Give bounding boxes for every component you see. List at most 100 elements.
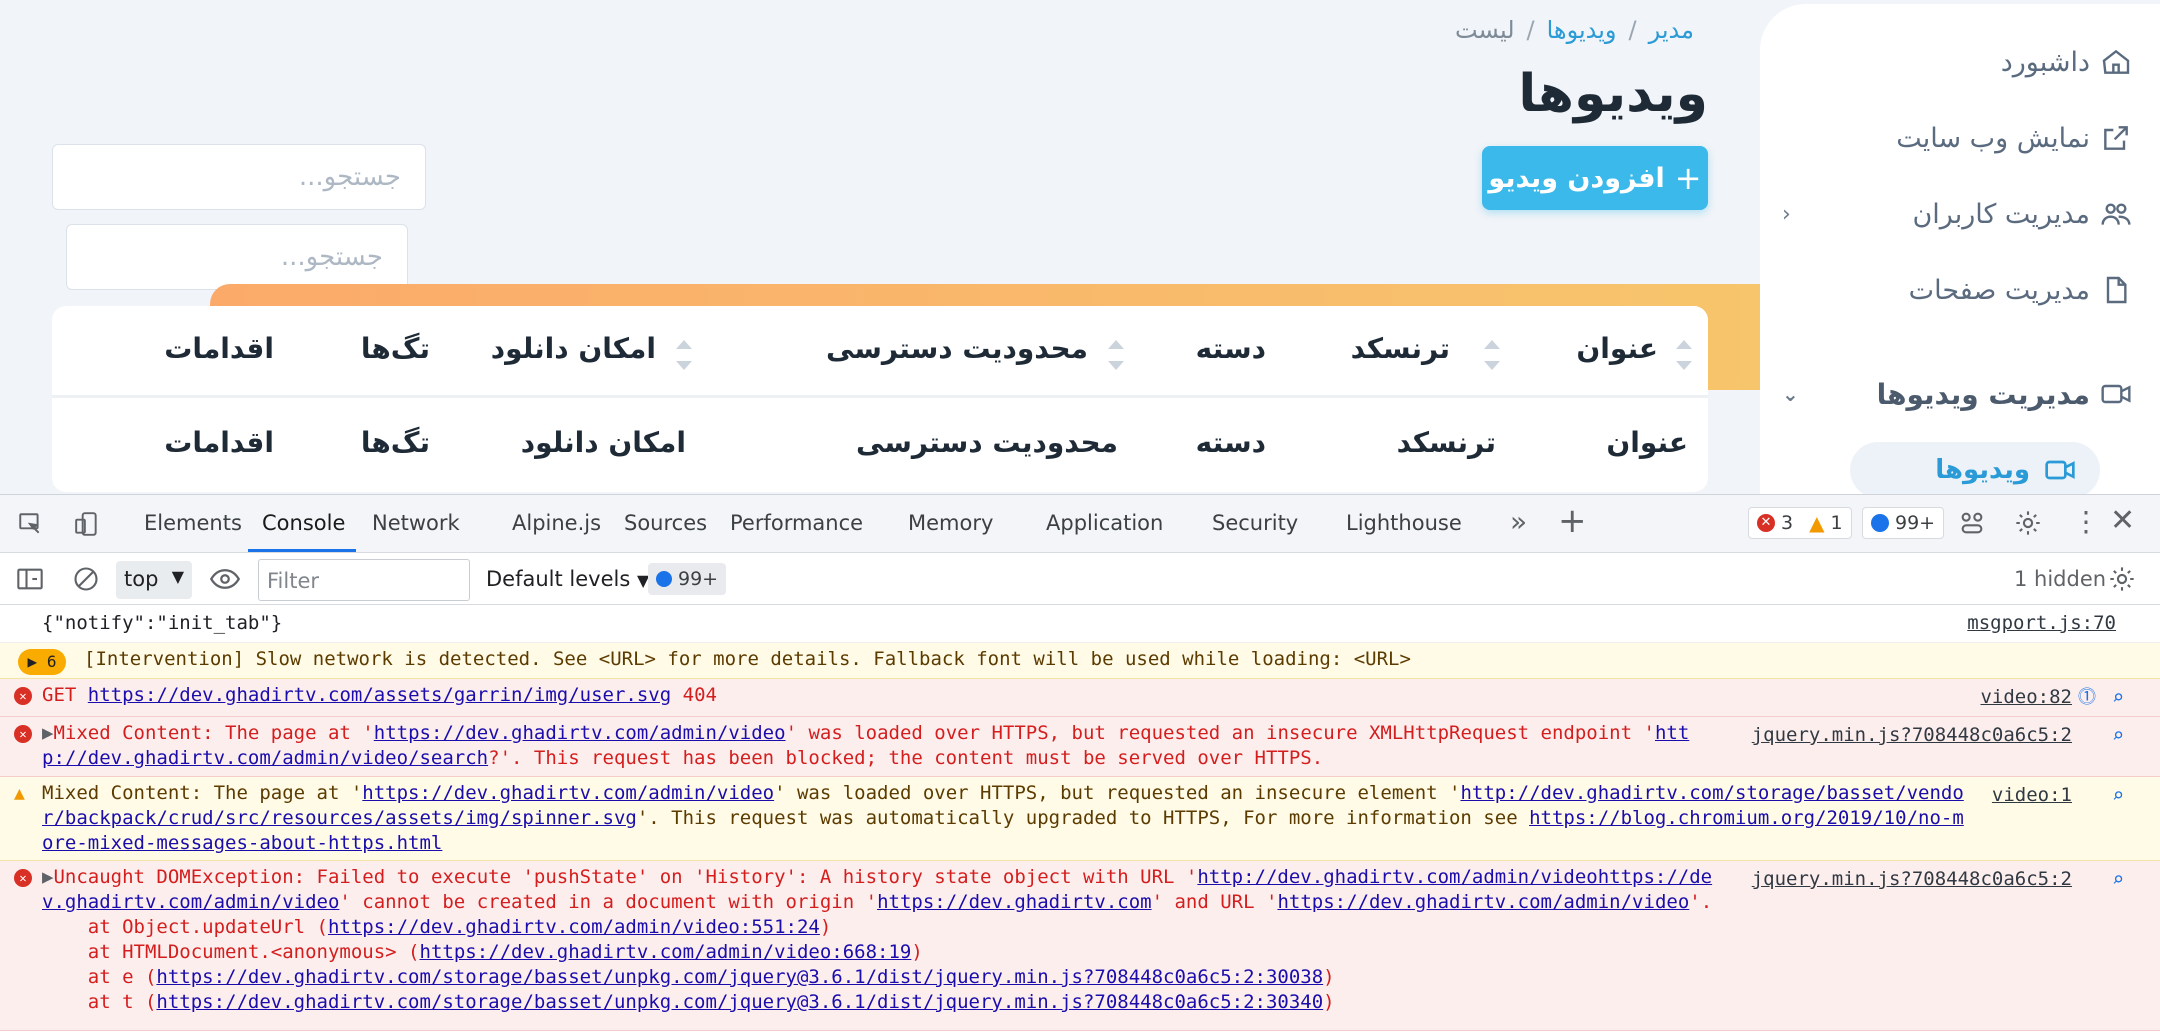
tab-elements[interactable]: Elements — [144, 511, 242, 535]
source-link[interactable]: jquery.min.js?708448c0a6c5:2 — [1752, 867, 2072, 892]
console-url[interactable]: http://dev.ghadirtv.com/storage/basset/v… — [1460, 782, 1963, 804]
sidebar-item-label: مدیریت صفحات — [1908, 274, 2090, 306]
tab-sources[interactable]: Sources — [624, 511, 707, 535]
console-url[interactable]: https://dev.ghadirtv.com/admin/video:668… — [420, 941, 912, 963]
gear-icon[interactable] — [2014, 509, 2042, 537]
console-url[interactable]: https://dev.ghadirtv.com/storage/basset/… — [156, 991, 1323, 1013]
column-header-actions: اقدامات — [164, 426, 274, 459]
console-message: ▲ Mixed Content: The page at 'https://de… — [0, 777, 2160, 861]
sort-icon[interactable] — [1484, 340, 1500, 370]
sidebar-item-videos[interactable]: ویدیوها — [1850, 442, 2100, 494]
console-toolbar: top ▼ Filter Default levels ▼ 99+ 1 hidd… — [0, 553, 2160, 605]
console-url[interactable]: v.ghadirtv.com/admin/video — [42, 891, 339, 913]
search-input[interactable]: جستجو... — [52, 144, 426, 210]
source-link[interactable]: video:1 — [1992, 783, 2072, 808]
filter-input[interactable]: Filter — [258, 559, 470, 601]
sidebar: داشبورد نمایش وب سایت مدیریت کاربران ‹ م… — [1760, 4, 2160, 494]
search-icon[interactable]: ⌕ — [2112, 723, 2124, 748]
console-url[interactable]: https://dev.ghadirtv.com/assets/garrin/i… — [88, 684, 671, 706]
tab-security[interactable]: Security — [1212, 511, 1298, 535]
kebab-menu-icon[interactable]: ⋮ — [2072, 505, 2100, 538]
breadcrumb-item[interactable]: ویدیوها — [1547, 16, 1617, 44]
stack-frame: at Object.updateUrl (https://dev.ghadirt… — [42, 916, 832, 938]
console-url[interactable]: https://blog.chromium.org/2019/10/no-m — [1529, 807, 1964, 829]
messages-counter[interactable]: 99+ — [1862, 507, 1945, 539]
search-icon[interactable]: ⌕ — [2112, 783, 2124, 808]
column-header-access: محدودیت دسترسی — [856, 426, 1118, 459]
add-tab-icon[interactable]: + — [1558, 501, 1587, 541]
search-icon[interactable]: ⌕ — [2112, 867, 2124, 892]
console-url[interactable]: https://dev.ghadirtv.com/storage/basset/… — [156, 966, 1323, 988]
gear-icon[interactable] — [2108, 565, 2136, 593]
tab-alpinejs[interactable]: Alpine.js — [512, 511, 601, 535]
tab-lighthouse[interactable]: Lighthouse — [1346, 511, 1462, 535]
breadcrumb: مدیر/ویدیوها/لیست — [1454, 16, 1694, 44]
sidebar-item-dashboard[interactable]: داشبورد — [1760, 24, 2160, 100]
console-url[interactable]: https://dev.ghadirtv.com/admin/video — [362, 782, 774, 804]
sidebar-item-users[interactable]: مدیریت کاربران ‹ — [1760, 176, 2160, 252]
tab-network[interactable]: Network — [372, 511, 460, 535]
column-header-category[interactable]: دسته — [1196, 332, 1266, 365]
source-link[interactable]: video:82 — [1980, 685, 2072, 710]
issues-icon[interactable] — [1958, 509, 1986, 537]
sidebar-item-pages[interactable]: مدیریت صفحات — [1760, 252, 2160, 328]
sidebar-toggle-icon[interactable] — [16, 567, 44, 591]
clear-console-icon[interactable] — [72, 565, 100, 593]
tab-console[interactable]: Console — [262, 511, 345, 535]
external-link-icon — [2104, 126, 2128, 150]
devtools-panel: Elements Console Network Alpine.js Sourc… — [0, 494, 2160, 1034]
log-levels-select[interactable]: Default levels ▼ — [486, 567, 649, 591]
source-link[interactable]: jquery.min.js?708448c0a6c5:2 — [1752, 723, 2072, 748]
sidebar-section-videos[interactable]: مدیریت ویدیوها ⌄ — [1760, 356, 2160, 432]
search-icon[interactable]: ⌕ — [2112, 685, 2124, 710]
error-icon: ✕ — [1757, 514, 1775, 532]
hidden-count: 1 hidden — [2014, 567, 2107, 591]
console-url[interactable]: https://dev.ghadirtv.com/admin/video:551… — [328, 916, 820, 938]
console-message: ✕ ▶Uncaught DOMException: Failed to exec… — [0, 861, 2160, 1031]
issues-badge[interactable]: 99+ — [648, 563, 727, 595]
sort-icon[interactable] — [1676, 340, 1692, 370]
console-url[interactable]: ore-mixed-messages-about-https.html — [42, 832, 442, 854]
column-header-tags: تگ‌ها — [360, 426, 430, 459]
search-input[interactable]: جستجو... — [66, 224, 408, 290]
console-url[interactable]: https://dev.ghadirtv.com — [877, 891, 1152, 913]
breadcrumb-item[interactable]: مدیر — [1649, 16, 1694, 44]
eye-icon[interactable] — [210, 567, 240, 591]
tab-performance[interactable]: Performance — [730, 511, 863, 535]
sort-icon[interactable] — [676, 340, 692, 370]
tab-memory[interactable]: Memory — [908, 511, 993, 535]
error-icon: ✕ — [14, 725, 32, 743]
error-counter[interactable]: ✕ 3 ▲ 1 — [1748, 507, 1852, 539]
inspect-element-icon[interactable] — [16, 511, 44, 537]
column-header-title[interactable]: عنوان — [1576, 332, 1658, 365]
network-icon[interactable]: ⓵ — [2078, 685, 2096, 710]
console-url[interactable]: http://dev.ghadirtv.com/admin/videohttps… — [1197, 866, 1712, 888]
source-link[interactable]: msgport.js:70 — [1967, 611, 2116, 636]
column-header-access[interactable]: محدودیت دسترسی — [826, 332, 1088, 365]
tab-application[interactable]: Application — [1046, 511, 1163, 535]
console-url[interactable]: p://dev.ghadirtv.com/admin/video/search — [42, 747, 488, 769]
sidebar-item-view-site[interactable]: نمایش وب سایت — [1760, 100, 2160, 176]
console-message: {"notify":"init_tab"} msgport.js:70 — [0, 605, 2160, 643]
device-toggle-icon[interactable] — [72, 511, 102, 537]
webpage: داشبورد نمایش وب سایت مدیریت کاربران ‹ م… — [0, 0, 2160, 494]
column-header-tags[interactable]: تگ‌ها — [361, 332, 430, 365]
console-url[interactable]: r/backpack/crud/src/resources/assets/img… — [42, 807, 637, 829]
console-url[interactable]: https://dev.ghadirtv.com/admin/video — [374, 722, 786, 744]
devtools-tabbar: Elements Console Network Alpine.js Sourc… — [0, 495, 2160, 553]
add-video-button[interactable]: + افزودن ویدیو — [1482, 146, 1708, 210]
chevron-down-icon: ⌄ — [1782, 382, 1799, 406]
sort-icon[interactable] — [1108, 340, 1124, 370]
column-header-download[interactable]: امکان دانلود — [491, 332, 656, 365]
videos-table: عنوان ترنسکد دسته محدودیت دسترسی امکان د… — [52, 306, 1708, 492]
more-tabs-icon[interactable]: » — [1510, 505, 1527, 538]
plus-icon: + — [1674, 159, 1702, 197]
column-header-transcode[interactable]: ترنسکد — [1351, 332, 1450, 365]
error-icon: ✕ — [14, 869, 32, 887]
close-icon[interactable]: ✕ — [2110, 503, 2135, 538]
console-url[interactable]: htt — [1655, 722, 1689, 744]
context-select[interactable]: top ▼ — [116, 561, 192, 599]
console-url[interactable]: https://dev.ghadirtv.com/admin/video — [1277, 891, 1689, 913]
message-icon — [1871, 514, 1889, 532]
warning-icon: ▲ — [1809, 511, 1825, 535]
